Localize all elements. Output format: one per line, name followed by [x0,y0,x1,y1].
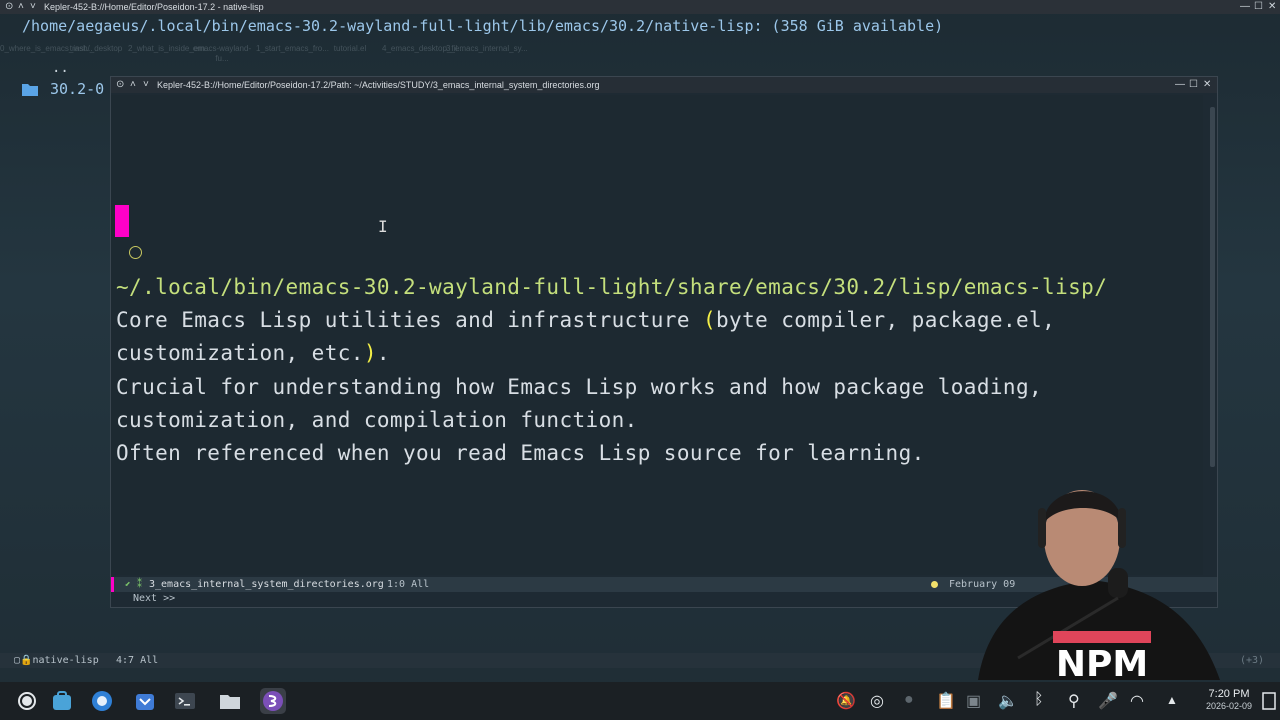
window-menu-icon[interactable]: ⊙ [5,0,13,14]
buffer-name-text: native-lisp [32,655,99,666]
close-icon[interactable]: ✕ [1268,0,1276,14]
folder-icon [22,84,38,96]
maximize-icon[interactable]: ☐ [1189,77,1198,93]
modeline-buffer-name[interactable]: 3_emacs_internal_system_directories.org [149,577,384,592]
text-cursor [115,205,129,237]
keep-above-icon[interactable]: ˄ [130,77,136,93]
shirt-text: NPM [1056,644,1148,680]
mouse-ibeam-icon: I [378,217,388,236]
paren-close: ) [363,341,377,365]
body-line: customization, etc.). [116,341,390,365]
window-menu-icon[interactable]: ⊙ [116,77,124,93]
bullet-circle-icon [129,246,142,259]
ghost-file-labels: 0_where_is_emacs_inst... trash/_desktop … [0,44,528,68]
clock[interactable]: 7:20 PM 2026-02-09 [1196,688,1262,712]
files-icon[interactable] [219,690,241,712]
clock-date: 2026-02-09 [1205,701,1253,711]
paren-open: ( [702,308,716,332]
minimize-icon[interactable]: — [1175,77,1185,93]
close-icon[interactable]: ✕ [1203,77,1211,93]
dir-entry[interactable]: 30.2-0 [50,80,104,98]
minibuffer[interactable]: Next >> [133,593,175,604]
modeline-accent-bar [111,577,114,592]
modeline-buffer-name[interactable]: ▢🔒native-lisp [14,653,99,668]
ghost-file: 3_emacs_internal_sy... [446,44,528,53]
modified-icon: ⬋ ⁑ [125,579,143,590]
modeline-position: 4:7 All [116,655,159,666]
terminal-icon[interactable] [174,690,196,712]
text-segment: Core Emacs Lisp utilities and infrastruc… [116,308,703,332]
outer-window-title: Kepler-452-B://Home/Editor/Poseidon-17.2… [44,2,264,12]
text-segment: customization, etc. [116,341,364,365]
wifi-icon[interactable]: ◠ [1130,691,1144,711]
ghost-file: emacs-wayland-fu... [192,44,252,63]
recording-icon[interactable]: ◎ [870,691,884,711]
emacs-icon[interactable] [260,688,286,714]
system-menu-icon[interactable] [16,690,38,712]
ghost-file: tutorial.el [333,44,367,53]
heading-path: ~/.local/bin/emacs-30.2-wayland-full-lig… [116,275,1108,299]
package-manager-icon[interactable] [134,690,156,712]
body-line: customization, and compilation function. [116,408,638,432]
parent-dir-entry[interactable]: .. [52,60,69,76]
inner-window-title: Kepler-452-B://Home/Editor/Poseidon-17.2… [157,80,600,90]
microphone-icon[interactable]: 🎤 [1098,691,1118,711]
clock-time: 7:20 PM [1208,688,1250,700]
dot-icon[interactable]: ● [904,691,914,709]
ghost-file: 4_emacs_desktop_fil... [382,44,464,53]
webcam-overlay: NPM [978,490,1220,680]
body-line: Crucial for understanding how Emacs Lisp… [116,375,1043,399]
text-segment: byte compiler, package.el, [716,308,1056,332]
inner-titlebar: ⊙ ˄ ˅ Kepler-452-B://Home/Editor/Poseido… [111,77,1217,93]
tray-expand-icon[interactable]: ▲ [1166,693,1178,707]
moon-icon [931,581,938,588]
body-line: Core Emacs Lisp utilities and infrastruc… [116,308,1055,332]
scrollbar[interactable] [1210,107,1215,467]
clipboard-icon[interactable]: 📋 [936,691,956,711]
ghost-file: 2_what_is_inside_em... [128,44,212,53]
notifications-off-icon[interactable]: 🔕 [836,691,856,711]
volume-icon[interactable]: 🔈 [998,691,1018,711]
ghost-file: 1_start_emacs_fro... [256,44,329,53]
location-icon[interactable]: ⚲ [1068,691,1080,711]
keep-above-icon[interactable]: ˄ [18,0,24,14]
modeline-extra: (+3) [1240,655,1265,666]
keep-below-icon[interactable]: ˅ [143,77,149,93]
keep-below-icon[interactable]: ˅ [30,0,36,14]
store-icon[interactable] [51,690,73,712]
ghost-file: 0_where_is_emacs_inst... [0,44,93,53]
modeline-position: 1:0 All [387,579,430,590]
outer-titlebar: ⊙ ˄ ˅ Kepler-452-B://Home/Editor/Poseido… [0,0,1280,14]
dired-header-path: /home/aegaeus/.local/bin/emacs-30.2-wayl… [22,17,944,35]
maximize-icon[interactable]: ☐ [1254,0,1263,14]
browser-icon[interactable] [91,690,113,712]
briefcase-icon[interactable]: ▣ [966,691,981,711]
bluetooth-icon[interactable]: ᛒ [1034,691,1044,709]
show-desktop-icon[interactable] [1262,692,1276,710]
body-line: Often referenced when you read Emacs Lis… [116,441,925,465]
text-segment: . [376,341,390,365]
minimize-icon[interactable]: — [1240,0,1250,14]
taskbar: 🔕 ◎ ● 📋 ▣ 🔈 ᛒ ⚲ 🎤 ◠ ▲ 7:20 PM 2026-02-09 [0,682,1280,720]
ghost-file: trash/_desktop [69,44,123,53]
